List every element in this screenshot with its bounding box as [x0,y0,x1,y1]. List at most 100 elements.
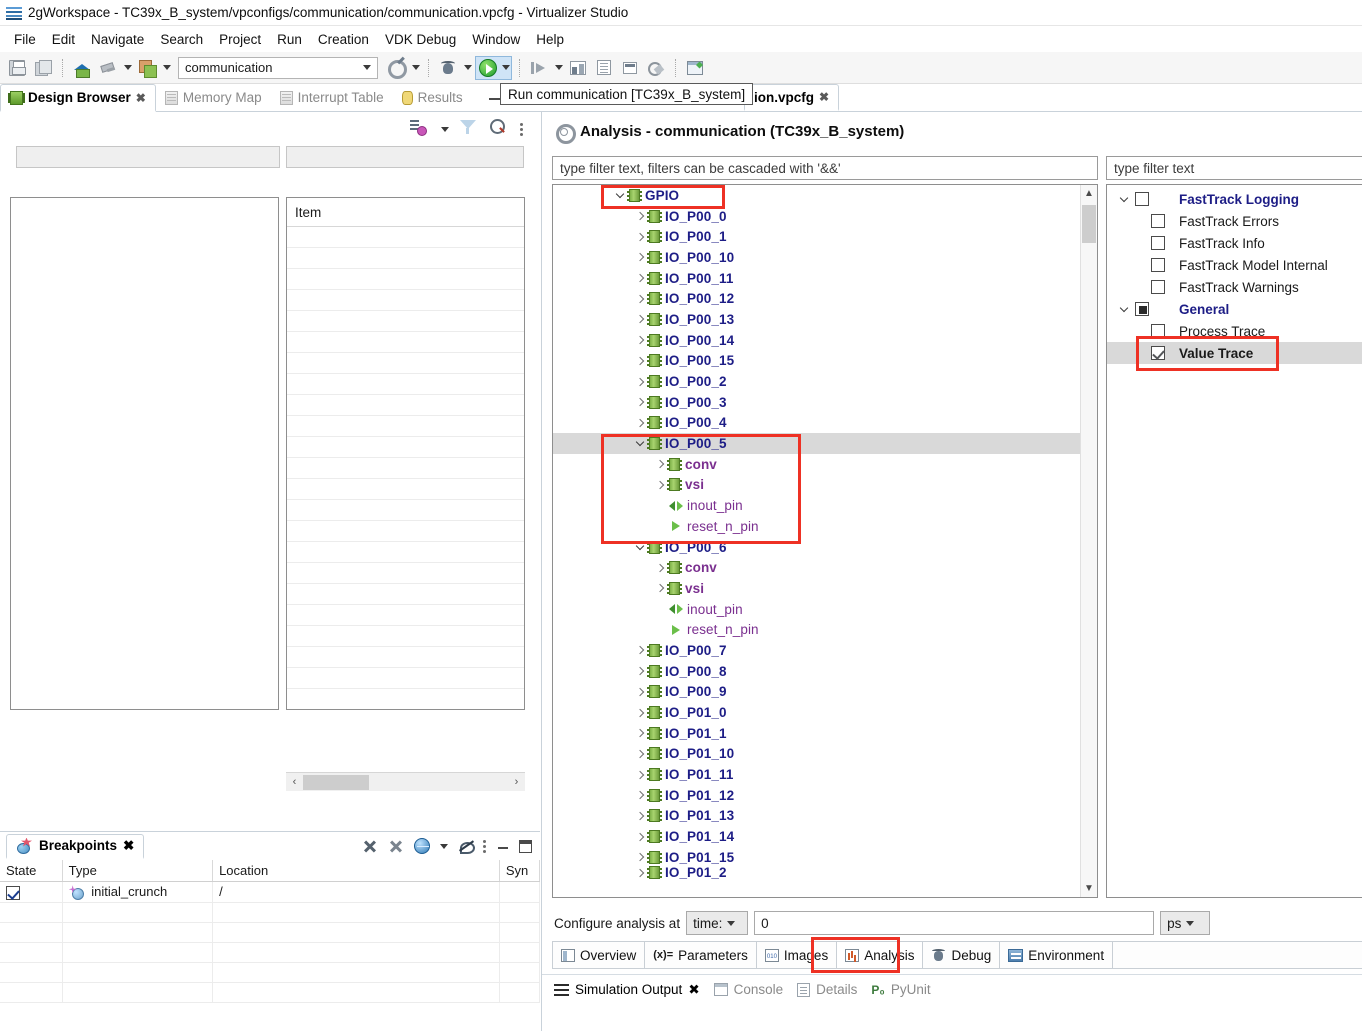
tab-pyunit[interactable]: P₀ PyUnit [871,982,930,997]
option-checkbox[interactable] [1151,346,1165,360]
table-row[interactable] [0,982,540,1002]
tab-results[interactable]: Results [393,84,472,111]
design-browser-tree-panel[interactable] [10,197,279,710]
scroll-left-arrow-icon[interactable]: ‹ [286,774,303,791]
chevron-right-icon[interactable] [633,643,647,657]
menu-search[interactable]: Search [152,30,211,49]
chevron-down-icon[interactable] [633,540,647,554]
list-item[interactable] [287,290,524,311]
tree-item-io_p00_0[interactable]: IO_P00_0 [553,206,1080,227]
build-dropdown-arrow[interactable] [122,57,133,79]
list-item[interactable] [287,353,524,374]
tree-item-io_p00_2[interactable]: IO_P00_2 [553,371,1080,392]
option-row-fasttrack-info[interactable]: FastTrack Info [1107,232,1362,254]
remove-breakpoint-icon[interactable] [362,838,378,854]
option-checkbox[interactable] [1151,324,1165,338]
option-checkbox[interactable] [1151,280,1165,294]
tree-item-io_p00_15[interactable]: IO_P00_15 [553,351,1080,372]
menu-help[interactable]: Help [528,30,572,49]
tree-vscrollbar[interactable]: ▲ ▼ [1080,185,1097,897]
menu-creation[interactable]: Creation [310,30,377,49]
chevron-down-icon[interactable] [613,188,627,202]
funnel-icon[interactable] [460,119,480,139]
option-row-fasttrack-errors[interactable]: FastTrack Errors [1107,210,1362,232]
tab-console[interactable]: Console [714,982,784,997]
chevron-right-icon[interactable] [633,230,647,244]
chevron-right-icon[interactable] [633,333,647,347]
list-item[interactable] [287,647,524,668]
table-row[interactable] [0,942,540,962]
list-item[interactable] [287,563,524,584]
tab-memory-map[interactable]: Memory Map [156,84,271,111]
build-button[interactable] [96,56,120,80]
debug-dropdown-arrow[interactable] [462,57,473,79]
list-item[interactable] [287,248,524,269]
remove-all-breakpoints-icon[interactable] [387,838,405,854]
chevron-right-icon[interactable] [633,866,647,880]
table-row[interactable] [0,922,540,942]
chevron-right-icon[interactable] [633,271,647,285]
tree-item-io_p01_10[interactable]: IO_P01_10 [553,744,1080,765]
list-item[interactable] [287,626,524,647]
item-list-hscrollbar[interactable]: ‹ › [286,772,525,791]
menu-edit[interactable]: Edit [44,30,83,49]
chevron-right-icon[interactable] [653,561,667,575]
tree-item-io_p00_8[interactable]: IO_P00_8 [553,661,1080,682]
tree-item-io_p01_1[interactable]: IO_P01_1 [553,723,1080,744]
tree-item-io_p01_12[interactable]: IO_P01_12 [553,785,1080,806]
list-item[interactable] [287,332,524,353]
option-checkbox[interactable] [1135,302,1149,316]
chevron-right-icon[interactable] [633,664,647,678]
analysis-time-input[interactable]: 0 [754,911,1154,935]
list-item[interactable] [287,395,524,416]
save-button[interactable] [5,56,29,80]
option-row-fasttrack-warnings[interactable]: FastTrack Warnings [1107,276,1362,298]
tree-item-conv[interactable]: conv [553,454,1080,475]
chevron-right-icon[interactable] [633,706,647,720]
filter-tree-dropdown-arrow[interactable] [440,120,450,138]
menu-project[interactable]: Project [211,30,269,49]
list-item[interactable] [287,584,524,605]
chevron-right-icon[interactable] [653,478,667,492]
tree-item-vsi[interactable]: vsi [553,475,1080,496]
analysis-instance-tree[interactable]: GPIOIO_P00_0IO_P00_1IO_P00_10IO_P00_11IO… [552,184,1098,898]
tree-item-gpio[interactable]: GPIO [553,185,1080,206]
close-icon[interactable]: ✖ [136,91,146,105]
scroll-right-arrow-icon[interactable]: › [508,774,525,791]
analysis-tree-filter-input[interactable]: type filter text, filters can be cascade… [552,156,1098,180]
column-location[interactable]: Location [213,860,500,882]
tree-item-io_p00_12[interactable]: IO_P00_12 [553,288,1080,309]
option-checkbox[interactable] [1151,236,1165,250]
chevron-down-icon[interactable] [1117,192,1131,206]
option-row-process-trace[interactable]: Process Trace [1107,320,1362,342]
tree-item-io_p01_0[interactable]: IO_P01_0 [553,702,1080,723]
new-component-button[interactable] [135,56,159,80]
chevron-right-icon[interactable] [633,809,647,823]
tree-item-io_p01_2[interactable]: IO_P01_2 [553,868,1080,878]
tree-item-io_p00_1[interactable]: IO_P00_1 [553,226,1080,247]
option-row-fasttrack-logging[interactable]: FastTrack Logging [1107,188,1362,210]
menu-vdk-debug[interactable]: VDK Debug [377,30,464,49]
list-item[interactable] [287,605,524,626]
column-type[interactable]: Type [62,860,212,882]
configure-button[interactable] [384,56,408,80]
hscroll-thumb[interactable] [303,775,369,790]
analysis-options-filter-input[interactable]: type filter text [1106,156,1362,180]
tree-item-io_p00_10[interactable]: IO_P00_10 [553,247,1080,268]
tab-parameters[interactable]: (x)= Parameters [645,941,757,969]
tag-button[interactable] [644,56,668,80]
new-window-button[interactable] [683,56,707,80]
table-row[interactable] [0,962,540,982]
tree-item-vsi[interactable]: vsi [553,578,1080,599]
tab-design-browser[interactable]: Design Browser ✖ [0,84,156,112]
chevron-right-icon[interactable] [633,250,647,264]
column-syn[interactable]: Syn [499,860,539,882]
tree-item-io_p00_9[interactable]: IO_P00_9 [553,682,1080,703]
right-filter-box[interactable] [286,146,524,168]
report-button[interactable] [592,56,616,80]
zoom-out-icon[interactable] [490,119,510,139]
run-button-group[interactable] [475,56,512,80]
list-item[interactable] [287,416,524,437]
run-dropdown-arrow[interactable] [500,57,511,79]
analysis-time-mode-combo[interactable]: time: [686,911,748,935]
